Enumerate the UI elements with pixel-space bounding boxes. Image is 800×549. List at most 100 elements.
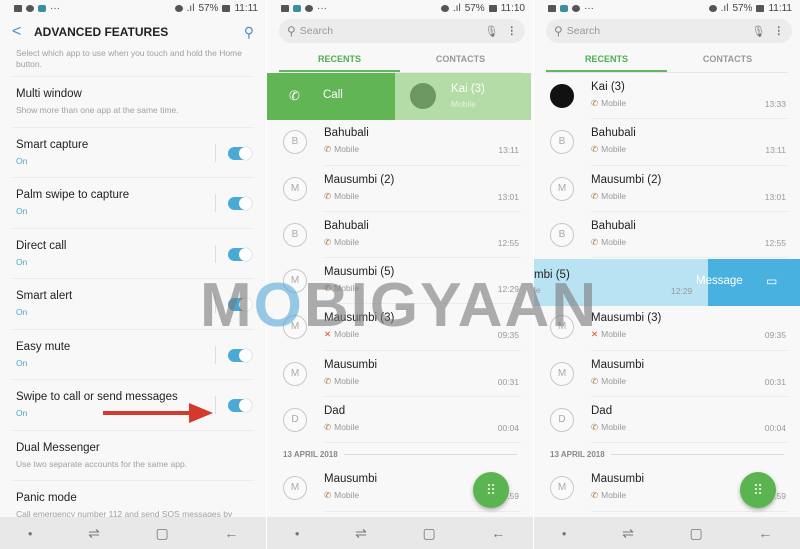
contact-name: Mausumbi (3)	[324, 312, 395, 325]
home-button[interactable]: ▢	[155, 525, 168, 542]
search-icon[interactable]: ⚲	[244, 24, 254, 41]
setting-item[interactable]: Multi window Show more than one app at t…	[12, 76, 254, 127]
settings-list: Multi window Show more than one app at t…	[0, 76, 266, 531]
setting-subtitle: Show more than one app at the same time.	[16, 105, 179, 115]
toggle-switch[interactable]	[228, 197, 252, 210]
avatar[interactable]: M	[550, 315, 574, 340]
avatar[interactable]: M	[550, 361, 574, 386]
search-input[interactable]: ⚲ Search 🎙 ⋮	[279, 19, 525, 43]
battery-percent: 57%	[198, 2, 219, 14]
recents-list: Kai (3) ✆Mobile 13:33 B Bahubali ✆Mobile…	[267, 73, 533, 512]
list-item[interactable]: B Bahubali ✆ Mobile 13:11	[534, 119, 800, 166]
list-item[interactable]: B Bahubali ✆ Mobile 12:55	[267, 212, 533, 259]
setting-item[interactable]: Smart alert On	[12, 278, 254, 329]
back-nav-button[interactable]: ←	[491, 525, 505, 541]
setting-title: Swipe to call or send messages	[16, 391, 178, 403]
search-input[interactable]: ⚲ Search 🎙 ⋮	[546, 19, 792, 43]
more-options-icon[interactable]: ⋮	[774, 25, 785, 37]
toggle-switch[interactable]	[228, 298, 252, 311]
separator	[324, 442, 521, 444]
setting-title: Dual Messenger	[16, 441, 100, 454]
avatar[interactable]	[550, 84, 574, 108]
avatar[interactable]: M	[283, 269, 307, 294]
avatar[interactable]: M	[283, 476, 307, 501]
avatar[interactable]: M	[550, 476, 574, 501]
recents-button[interactable]: ⇌	[88, 525, 100, 542]
avatar[interactable]: B	[550, 222, 574, 247]
tab-recents[interactable]: RECENTS	[546, 43, 667, 72]
signal-icon: .ıl	[452, 2, 461, 14]
tab-recents[interactable]: RECENTS	[279, 43, 400, 72]
setting-item[interactable]: Palm swipe to capture On	[12, 177, 254, 228]
home-button[interactable]: ▢	[689, 525, 702, 542]
mic-icon[interactable]: 🎙	[752, 25, 766, 38]
call-time: 13:01	[497, 191, 519, 202]
setting-subtitle: Use two separate accounts for the same a…	[16, 458, 188, 469]
avatar[interactable]: M	[283, 315, 307, 340]
list-item[interactable]: M Mausumbi (2) ✆ Mobile 13:01	[534, 166, 800, 212]
avatar[interactable]: B	[550, 130, 574, 155]
back-nav-button[interactable]: ←	[224, 525, 238, 541]
list-item[interactable]: M Mausumbi ✆ Mobile 00:31	[267, 351, 533, 398]
toggle-switch[interactable]	[228, 146, 252, 160]
recents-button[interactable]: ⇌	[622, 525, 634, 542]
signal-icon: .ıl	[186, 2, 195, 14]
search-icon: ⚲	[287, 24, 296, 38]
list-item[interactable]: M Mausumbi ✆ Mobile 00:31	[534, 351, 800, 398]
contact-name: Mausumbi	[591, 473, 645, 486]
setting-title: Palm swipe to capture	[16, 189, 130, 201]
setting-item[interactable]: Direct call On	[12, 227, 254, 279]
more-options-icon[interactable]: ⋮	[507, 25, 518, 37]
tab-contacts[interactable]: CONTACTS	[667, 43, 788, 72]
avatar[interactable]: D	[550, 408, 574, 433]
dialpad-button[interactable]: ⠿	[473, 472, 509, 508]
contact-name: Mausumbi	[591, 358, 645, 371]
back-nav-button[interactable]: ←	[758, 525, 772, 541]
call-time: 00:04	[764, 423, 786, 434]
list-item[interactable]: M Mausumbi (2) ✆ Mobile 13:01	[267, 166, 533, 212]
recents-button[interactable]: ⇌	[355, 525, 367, 542]
setting-item[interactable]: Smart capture On	[12, 126, 254, 178]
setting-item[interactable]: Dual Messenger Use two separate accounts…	[12, 429, 254, 481]
dot-button[interactable]: ●	[28, 529, 33, 538]
avatar[interactable]: M	[283, 176, 307, 201]
tab-contacts[interactable]: CONTACTS	[400, 43, 521, 72]
dot-button[interactable]: ●	[295, 529, 300, 538]
list-item[interactable]: M Mausumbi (3) ✕ Mobile 09:35	[267, 304, 533, 351]
list-item[interactable]: M Mausumbi (3) ✕ Mobile 09:35	[534, 304, 800, 351]
toggle-switch[interactable]	[228, 247, 252, 261]
list-item[interactable]: Kai (3) ✆Mobile 13:33	[534, 73, 800, 120]
contact-type: ✆Mobile	[324, 237, 359, 248]
avatar[interactable]: D	[283, 408, 307, 433]
list-item[interactable]: B Bahubali ✆ Mobile 12:55	[534, 212, 800, 259]
avatar[interactable]: M	[550, 176, 574, 201]
setting-item[interactable]: Easy mute On	[12, 328, 254, 380]
home-button[interactable]: ▢	[422, 525, 435, 542]
call-label: Call	[323, 89, 343, 101]
toggle-switch[interactable]	[228, 399, 252, 412]
separator	[343, 453, 517, 455]
contact-type: ✆Mobile	[324, 283, 359, 294]
number-type: Mobile	[601, 236, 627, 247]
phone-screen-message: ··· .ıl 57% 11:11 ⚲ Search 🎙 ⋮ RECENTS CON…	[534, 0, 800, 549]
avatar[interactable]: B	[283, 130, 307, 155]
avatar[interactable]: M	[283, 361, 307, 386]
mic-icon[interactable]: 🎙	[485, 25, 499, 38]
avatar[interactable]: B	[283, 222, 307, 247]
call-type-icon: ✕	[591, 329, 599, 340]
message-icon: ▭	[766, 274, 778, 288]
alarm-icon	[708, 4, 717, 12]
list-item[interactable]: B Bahubali ✆ Mobile 13:11	[267, 119, 533, 166]
swipe-message-row[interactable]: mbi (5) le 12:29 Message ▭	[534, 259, 800, 306]
list-item[interactable]: M Mausumbi (5) ✆Mobile 12:29	[267, 258, 533, 305]
swipe-call-row[interactable]: ✆ Call Kai (3) Mobile	[267, 73, 533, 120]
list-item[interactable]: D Dad ✆ Mobile 00:04	[534, 397, 800, 444]
dialpad-button[interactable]: ⠿	[740, 472, 776, 508]
list-item[interactable]: D Dad ✆ Mobile 00:04	[267, 397, 533, 444]
call-type-icon: ✆	[591, 490, 599, 501]
number-type: Mobile	[334, 283, 360, 294]
toggle-switch[interactable]	[228, 348, 252, 362]
avatar	[410, 83, 436, 109]
back-button[interactable]: <	[12, 23, 34, 41]
dot-button[interactable]: ●	[562, 529, 567, 538]
